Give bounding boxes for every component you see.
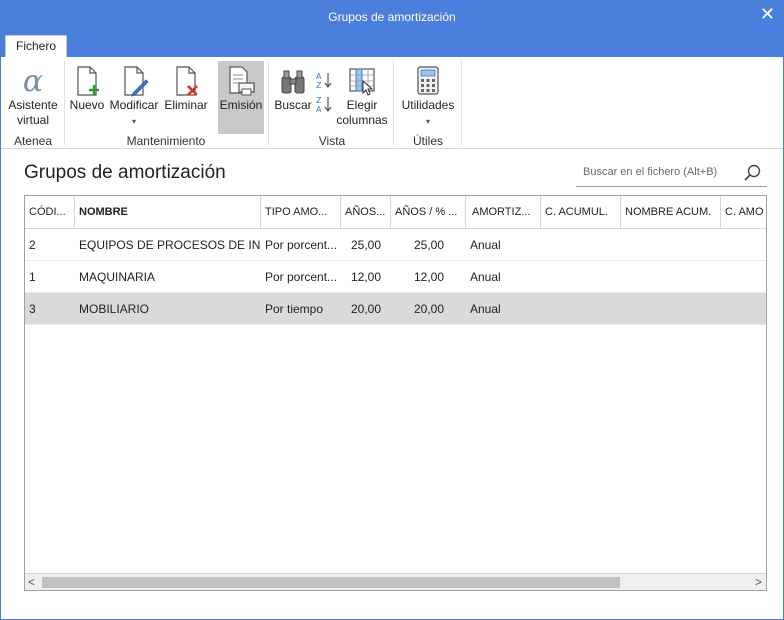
modificar-button[interactable]: Modificar ▾ (108, 61, 160, 129)
delete-document-icon (176, 66, 198, 96)
new-document-icon (77, 66, 99, 96)
column-header-amortiz[interactable]: AMORTIZ... (466, 196, 541, 229)
group-separator (64, 61, 65, 145)
cell-tipo: Por tiempo (265, 302, 324, 316)
column-header-c-acumul[interactable]: C. ACUMUL. (541, 196, 621, 229)
elegir-columnas-button[interactable]: Elegir columnas (336, 61, 388, 129)
asistente-virtual-label: Asistente virtual (8, 98, 58, 127)
group-label-mantenimiento: Mantenimiento (126, 134, 206, 148)
cell-anos: 12,00 (350, 270, 381, 284)
group-label-vista: Vista (318, 134, 346, 148)
cell-nombre: EQUIPOS DE PROCESOS DE INF... (79, 238, 261, 252)
chevron-down-icon: ▾ (131, 117, 136, 126)
nuevo-label: Nuevo (69, 98, 105, 112)
column-header-codigo[interactable]: CÓDI... (25, 196, 75, 229)
cell-amortiz: Anual (470, 302, 501, 316)
window: Grupos de amortización ✕ Fichero α Asist… (0, 0, 784, 620)
title-bar: Grupos de amortización ✕ (1, 1, 783, 33)
tab-strip: Fichero (1, 33, 783, 57)
nuevo-button[interactable]: Nuevo (68, 61, 106, 129)
column-header-tipo[interactable]: TIPO AMO... (261, 196, 341, 229)
horizontal-scrollbar[interactable]: < > (25, 573, 766, 590)
group-separator (393, 61, 394, 145)
cell-codigo: 2 (29, 238, 36, 252)
svg-text:Z: Z (316, 96, 322, 105)
search-input[interactable]: Buscar en el fichero (Alt+B) (576, 159, 767, 187)
cell-anos-pct: 20,00 (413, 302, 444, 316)
cell-codigo: 3 (29, 302, 36, 316)
eliminar-button[interactable]: Eliminar (163, 61, 209, 129)
sort-descending-icon[interactable]: Z A (315, 95, 333, 113)
table-row[interactable]: 1 MAQUINARIA Por porcent... 12,00 12,00 … (25, 261, 766, 293)
data-grid: CÓDI... NOMBRE TIPO AMO... AÑOS... AÑOS … (24, 195, 767, 591)
grid-header: CÓDI... NOMBRE TIPO AMO... AÑOS... AÑOS … (25, 196, 766, 229)
cell-nombre: MAQUINARIA (79, 270, 156, 284)
print-document-icon (229, 66, 255, 96)
close-icon[interactable]: ✕ (760, 4, 775, 24)
cell-anos-pct: 12,00 (413, 270, 444, 284)
cell-amortiz: Anual (470, 270, 501, 284)
column-header-nombre-acum[interactable]: NOMBRE ACUM. (621, 196, 721, 229)
buscar-button[interactable]: Buscar (273, 61, 313, 129)
emision-button[interactable]: Emisión (218, 61, 264, 134)
window-title: Grupos de amortización (328, 10, 456, 24)
eliminar-label: Eliminar (164, 98, 208, 112)
cell-tipo: Por porcent... (265, 270, 338, 284)
ribbon: α Asistente virtual Atenea Nuevo Modific… (1, 57, 783, 149)
cell-nombre: MOBILIARIO (79, 302, 150, 316)
svg-text:A: A (316, 72, 322, 81)
group-label-utiles: Útiles (412, 134, 443, 148)
cell-codigo: 1 (29, 270, 36, 284)
emision-label: Emisión (219, 98, 263, 112)
binoculars-icon (281, 70, 305, 94)
columns-icon (349, 68, 375, 96)
calculator-icon (417, 66, 439, 95)
table-row[interactable]: 2 EQUIPOS DE PROCESOS DE INF... Por porc… (25, 229, 766, 261)
utilidades-button[interactable]: Utilidades ▾ (398, 61, 458, 129)
search-icon[interactable] (743, 163, 763, 183)
elegir-columnas-label: Elegir columnas (336, 98, 388, 127)
cell-tipo: Por porcent... (265, 238, 338, 252)
cell-anos: 25,00 (350, 238, 381, 252)
chevron-down-icon: ▾ (425, 117, 430, 126)
group-separator (461, 61, 462, 145)
table-row-selected[interactable]: 3 MOBILIARIO Por tiempo 20,00 20,00 Anua… (25, 293, 766, 325)
asistente-virtual-button[interactable]: α Asistente virtual (5, 61, 61, 129)
column-header-c-amo[interactable]: C. AMO (721, 196, 766, 229)
group-separator (268, 61, 269, 145)
cell-amortiz: Anual (470, 238, 501, 252)
cell-anos-pct: 25,00 (413, 238, 444, 252)
search-placeholder: Buscar en el fichero (Alt+B) (583, 166, 718, 178)
svg-text:α: α (23, 65, 43, 97)
group-label-atenea: Atenea (13, 134, 53, 148)
column-header-nombre[interactable]: NOMBRE (75, 196, 261, 229)
modificar-label: Modificar (109, 98, 159, 112)
alpha-icon: α (23, 65, 43, 97)
sort-ascending-icon[interactable]: A Z (315, 71, 333, 89)
cell-anos: 20,00 (350, 302, 381, 316)
scroll-left-icon[interactable]: < (28, 575, 35, 589)
column-header-anos-pct[interactable]: AÑOS / % ... (391, 196, 466, 229)
utilidades-label: Utilidades (401, 98, 455, 112)
buscar-label: Buscar (274, 98, 312, 112)
svg-text:A: A (316, 105, 322, 113)
svg-text:Z: Z (316, 81, 322, 89)
column-header-anos[interactable]: AÑOS... (341, 196, 391, 229)
scroll-right-icon[interactable]: > (755, 575, 762, 589)
scrollbar-thumb[interactable] (42, 577, 620, 588)
tab-fichero[interactable]: Fichero (5, 35, 67, 57)
page-title: Grupos de amortización (24, 162, 226, 183)
edit-document-icon (124, 66, 149, 97)
